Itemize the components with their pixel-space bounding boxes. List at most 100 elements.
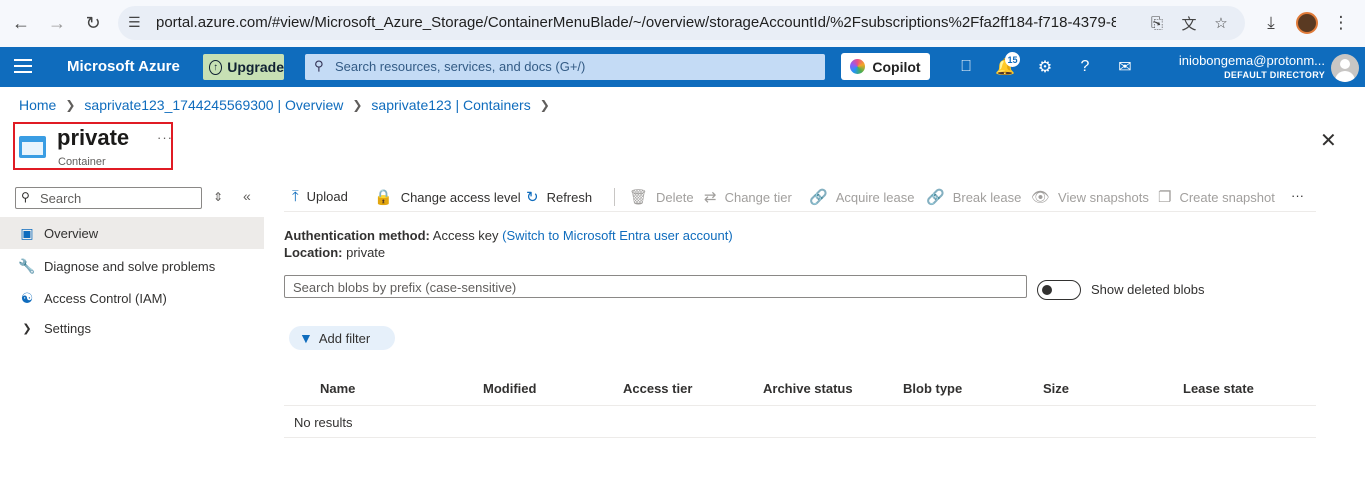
- breadcrumb-containers[interactable]: saprivate123 | Containers: [371, 97, 530, 113]
- column-header-archive-status[interactable]: Archive status: [763, 381, 853, 396]
- browser-chrome: ← → ↻ ☰ portal.azure.com/#view/Microsoft…: [0, 0, 1365, 47]
- download-icon[interactable]: ⤓: [1258, 10, 1284, 36]
- overview-icon: ▣: [20, 224, 34, 241]
- location-row: Location: private: [284, 245, 385, 260]
- wrench-icon: 🔧: [18, 257, 36, 274]
- back-icon[interactable]: ←: [8, 10, 34, 36]
- blob-prefix-search-input[interactable]: Search blobs by prefix (case-sensitive): [284, 275, 1027, 298]
- global-search-input[interactable]: ⚲ Search resources, services, and docs (…: [305, 54, 825, 80]
- auth-method-value: Access key: [432, 228, 499, 243]
- site-settings-icon[interactable]: ☰: [128, 14, 141, 31]
- breadcrumb-chevron-icon: ❯: [539, 98, 550, 112]
- azure-brand[interactable]: Microsoft Azure: [67, 58, 180, 75]
- show-deleted-blobs-label: Show deleted blobs: [1091, 282, 1205, 297]
- install-app-icon[interactable]: ⎘: [1146, 12, 1168, 34]
- show-deleted-blobs-toggle[interactable]: [1037, 280, 1081, 300]
- reload-icon[interactable]: ↻: [80, 10, 106, 36]
- upgrade-button[interactable]: ↑ Upgrade: [203, 54, 284, 80]
- column-header-blob-type[interactable]: Blob type: [903, 381, 962, 396]
- view-snapshots-label: View snapshots: [1058, 189, 1149, 205]
- close-icon[interactable]: ✕: [1320, 128, 1337, 153]
- chrome-profile-avatar[interactable]: [1296, 12, 1318, 34]
- sidebar-item-label: Settings: [44, 320, 91, 336]
- acquire-lease-button[interactable]: 🔗 Acquire lease: [809, 188, 914, 206]
- add-filter-label: Add filter: [318, 330, 371, 346]
- collapse-menu-icon[interactable]: «: [243, 188, 251, 204]
- sidebar-item-diagnose[interactable]: 🔧 Diagnose and solve problems: [0, 250, 264, 282]
- user-email: iniobongema@protonm...: [1178, 53, 1325, 68]
- cloud-shell-icon[interactable]: ⎕: [955, 57, 977, 77]
- location-value: private: [346, 245, 386, 260]
- feedback-icon[interactable]: ✉: [1114, 57, 1136, 77]
- expand-collapse-icon[interactable]: ⇕: [213, 190, 223, 204]
- azure-top-bar: Microsoft Azure ↑ Upgrade ⚲ Search resou…: [0, 47, 1365, 87]
- title-more-button[interactable]: ···: [157, 130, 173, 145]
- settings-gear-icon[interactable]: ⚙: [1034, 57, 1056, 77]
- snapshot-icon: ❐: [1158, 189, 1172, 206]
- lock-icon: 🔒: [374, 189, 393, 206]
- delete-button[interactable]: 🗑 Delete: [614, 188, 694, 206]
- column-header-lease-state[interactable]: Lease state: [1183, 381, 1254, 396]
- create-snapshot-label: Create snapshot: [1179, 189, 1275, 205]
- create-snapshot-button[interactable]: ❐ Create snapshot: [1158, 188, 1275, 206]
- sidebar-item-label: Access Control (IAM): [44, 290, 167, 306]
- change-tier-label: Change tier: [724, 189, 792, 205]
- refresh-button[interactable]: ↻ Refresh: [526, 188, 592, 206]
- view-snapshots-button[interactable]: 👁 View snapshots: [1031, 188, 1149, 206]
- upgrade-label: Upgrade: [227, 59, 284, 75]
- auth-method-label: Authentication method:: [284, 228, 430, 243]
- column-header-size[interactable]: Size: [1043, 381, 1069, 396]
- global-search-placeholder: Search resources, services, and docs (G+…: [335, 59, 586, 74]
- chrome-menu-icon[interactable]: ⋮: [1328, 10, 1354, 36]
- account-info[interactable]: iniobongema@protonm... DEFAULT DIRECTORY: [1179, 53, 1325, 80]
- table-empty-row: No results: [284, 406, 1316, 438]
- breadcrumb-home[interactable]: Home: [19, 97, 56, 113]
- copilot-logo-icon: [850, 59, 866, 74]
- breadcrumb-chevron-icon: ❯: [352, 98, 363, 112]
- column-header-access-tier[interactable]: Access tier: [623, 381, 692, 396]
- menu-search-input[interactable]: ⚲ Search: [15, 187, 202, 209]
- sidebar-item-iam[interactable]: ☯ Access Control (IAM): [0, 282, 264, 314]
- eye-icon: 👁: [1031, 189, 1051, 206]
- sidebar-item-overview[interactable]: ▣ Overview: [0, 217, 264, 249]
- location-label: Location:: [284, 245, 343, 260]
- filter-icon: ▼: [299, 330, 313, 346]
- user-avatar[interactable]: [1331, 54, 1359, 82]
- column-header-name[interactable]: Name: [320, 381, 355, 396]
- container-icon: [19, 136, 46, 158]
- user-directory: DEFAULT DIRECTORY: [1224, 70, 1325, 80]
- command-bar: ⤒ Upload 🔒 Change access level ↻ Refresh…: [284, 185, 1316, 212]
- auth-method-row: Authentication method: Access key (Switc…: [284, 228, 733, 243]
- refresh-icon: ↻: [526, 189, 539, 206]
- add-filter-button[interactable]: ▼ Add filter: [289, 326, 395, 350]
- help-icon[interactable]: ?: [1074, 57, 1096, 77]
- change-access-level-button[interactable]: 🔒 Change access level: [374, 188, 521, 206]
- sidebar-item-label: Diagnose and solve problems: [44, 258, 216, 274]
- search-icon: ⚲: [314, 58, 324, 73]
- breadcrumb: Home ❯ saprivate123_1744245569300 | Over…: [19, 97, 559, 113]
- url-text[interactable]: portal.azure.com/#view/Microsoft_Azure_S…: [156, 14, 1116, 31]
- blob-table-header: Name Modified Access tier Archive status…: [284, 372, 1316, 406]
- address-bar[interactable]: ☰ portal.azure.com/#view/Microsoft_Azure…: [118, 6, 1245, 40]
- bookmark-star-icon[interactable]: ☆: [1210, 12, 1232, 34]
- sidebar-item-settings[interactable]: ❯ Settings: [0, 312, 264, 344]
- page-title: private: [57, 125, 130, 150]
- search-icon: ⚲: [21, 190, 30, 204]
- forward-icon[interactable]: →: [44, 10, 70, 36]
- copilot-button[interactable]: Copilot: [841, 53, 930, 80]
- hamburger-menu-icon[interactable]: [14, 59, 32, 73]
- translate-icon[interactable]: 文: [1178, 12, 1200, 34]
- upgrade-arrow-icon: ↑: [209, 59, 223, 75]
- switch-auth-link[interactable]: (Switch to Microsoft Entra user account): [502, 228, 732, 243]
- people-icon: ☯: [20, 289, 34, 306]
- upload-button[interactable]: ⤒ Upload: [292, 188, 348, 205]
- toolbar-more-button[interactable]: ···: [1291, 188, 1304, 203]
- column-header-modified[interactable]: Modified: [483, 381, 536, 396]
- breadcrumb-storage-overview[interactable]: saprivate123_1744245569300 | Overview: [84, 97, 343, 113]
- blob-search-placeholder: Search blobs by prefix (case-sensitive): [293, 280, 517, 295]
- trash-icon: 🗑: [629, 189, 649, 206]
- acquire-lease-label: Acquire lease: [835, 189, 915, 205]
- break-lease-label: Break lease: [952, 189, 1022, 205]
- change-tier-button[interactable]: ⇄ Change tier: [704, 188, 792, 206]
- break-lease-button[interactable]: 🔗 Break lease: [926, 188, 1021, 206]
